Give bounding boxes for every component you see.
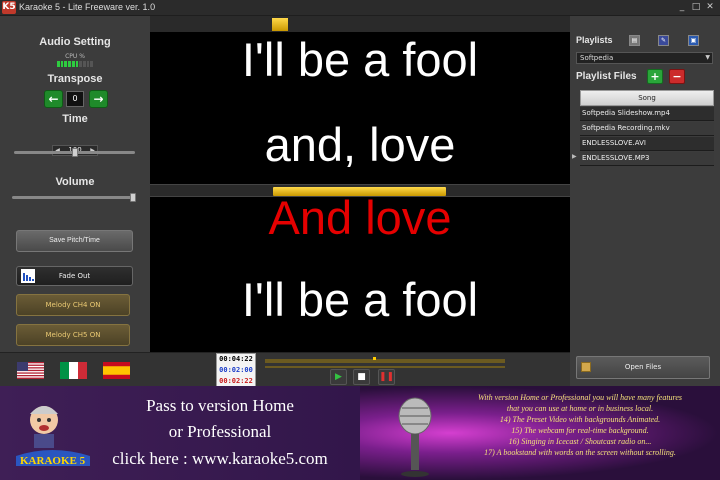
- cpu-meter-segment: [71, 61, 75, 67]
- spain-flag-icon[interactable]: [103, 362, 130, 379]
- lyrics-line: and, love: [264, 118, 456, 171]
- time-title: Time: [62, 113, 88, 125]
- song-column-header[interactable]: Song: [580, 90, 714, 106]
- playlist-select[interactable]: Softpedia ▼: [576, 52, 713, 64]
- folder-icon[interactable]: ▤: [629, 35, 640, 46]
- playlist-select-value: Softpedia: [580, 54, 614, 62]
- feature-line: that you can use at home or in business …: [506, 404, 654, 413]
- song-row[interactable]: Softpedia Slideshow.mp4: [580, 107, 714, 121]
- audio-settings-panel: Audio Setting CPU % Transpose ← 0 → Time…: [0, 32, 150, 352]
- seek-position[interactable]: [373, 357, 376, 360]
- title-bar: K5 Karaoke 5 - Lite Freeware ver. 1.0 _ …: [0, 0, 720, 16]
- song-row[interactable]: Softpedia Recording.mkv: [580, 122, 714, 136]
- equalizer-icon: [21, 269, 35, 283]
- add-file-button[interactable]: +: [647, 69, 663, 84]
- cpu-meter-segment: [60, 61, 64, 67]
- fade-out-label: Fade Out: [58, 272, 91, 280]
- save-playlist-icon[interactable]: ▣: [688, 35, 699, 46]
- lyrics-progress-bar: [150, 184, 570, 197]
- chevron-down-icon: ▼: [705, 54, 710, 61]
- save-pitch-time-button[interactable]: Save Pitch/Time: [16, 230, 133, 252]
- feature-line: With version Home or Professional you wi…: [477, 393, 683, 402]
- italy-flag-icon[interactable]: [60, 362, 87, 379]
- lyrics-progress-fill: [273, 187, 446, 196]
- transport-bar: 00:04:22 00:02:00 00:02:22 ▶ ■ ❚❚: [150, 352, 570, 387]
- open-files-label: Open Files: [624, 363, 662, 371]
- close-button[interactable]: ✕: [704, 2, 716, 13]
- upgrade-banner[interactable]: KARAOKE 5 Pass to version Home or Profes…: [0, 386, 720, 480]
- cpu-meter-segment: [82, 61, 86, 67]
- top-position-marker[interactable]: [272, 18, 288, 31]
- right-header-strip: [570, 16, 720, 32]
- left-header-strip: [0, 16, 150, 32]
- pause-button[interactable]: ❚❚: [378, 369, 395, 385]
- arrow-left-icon: ←: [48, 92, 59, 106]
- time-slider-knob[interactable]: [71, 148, 78, 157]
- melody-ch5-button[interactable]: Melody CH5 ON: [16, 324, 130, 346]
- open-files-button[interactable]: Open Files: [576, 356, 710, 379]
- playlist-panel: Playlists ▤ ✎ ▣ Softpedia ▼ Playlist Fil…: [570, 32, 720, 352]
- banner-left: KARAOKE 5 Pass to version Home or Profes…: [0, 386, 360, 480]
- stop-icon: ■: [357, 372, 366, 382]
- transpose-value: 0: [66, 91, 84, 107]
- cpu-meter-segment: [68, 61, 71, 67]
- cpu-meter-segment: [90, 61, 94, 67]
- maximize-button[interactable]: □: [690, 2, 702, 13]
- cpu-meter-segment: [57, 61, 60, 67]
- current-song-marker-icon: ▶: [572, 153, 577, 160]
- cpu-meter-segment: [86, 61, 90, 67]
- feature-line: 14) The Preset Video with backgrounds An…: [499, 415, 661, 424]
- volume-title: Volume: [55, 176, 95, 188]
- audio-setting-title: Audio Setting: [39, 36, 111, 48]
- transpose-up-button[interactable]: →: [89, 90, 108, 108]
- playlist-files-title: Playlist Files: [576, 71, 637, 82]
- lyrics-line-active: And love: [268, 191, 452, 244]
- cpu-label: CPU %: [65, 53, 85, 60]
- remove-file-button[interactable]: −: [669, 69, 685, 84]
- secondary-seek-track: [265, 366, 505, 368]
- volume-slider[interactable]: [12, 193, 136, 202]
- cpu-meter-segment: [79, 61, 82, 67]
- top-position-strip: [150, 16, 570, 32]
- stop-button[interactable]: ■: [353, 369, 370, 385]
- karaoke-app-window: K5 Karaoke 5 - Lite Freeware ver. 1.0 _ …: [0, 0, 720, 480]
- minimize-button[interactable]: _: [676, 2, 688, 13]
- pause-icon: ❚❚: [379, 372, 395, 382]
- play-button[interactable]: ▶: [330, 369, 347, 385]
- window-title: Karaoke 5 - Lite Freeware ver. 1.0: [19, 2, 156, 12]
- transpose-down-button[interactable]: ←: [44, 90, 63, 108]
- song-row[interactable]: ENDLESSLOVE.MP3: [580, 152, 714, 166]
- edit-playlist-icon[interactable]: ✎: [658, 35, 669, 46]
- promo-line-2: or Professional: [168, 422, 272, 441]
- elapsed-time: 00:04:22: [219, 355, 253, 363]
- promo-line-3[interactable]: click here : www.karaoke5.com: [80, 449, 360, 469]
- time-display: 00:04:22 00:02:00 00:02:22: [216, 353, 256, 387]
- language-flags: [0, 352, 150, 386]
- lyrics-line: I'll be a fool: [241, 273, 479, 326]
- open-folder-icon: [581, 362, 591, 372]
- transpose-title: Transpose: [47, 73, 103, 85]
- lyrics-line: I'll be a fool: [241, 33, 479, 86]
- cpu-meter-segment: [75, 61, 79, 67]
- seek-bar[interactable]: [265, 357, 505, 363]
- feature-list: With version Home or Professional you wi…: [440, 392, 720, 458]
- us-flag-icon[interactable]: [17, 362, 44, 379]
- remaining-time: 00:02:00: [219, 366, 253, 374]
- app-logo: K5: [2, 1, 16, 14]
- promo-line-1: Pass to version Home: [146, 396, 294, 415]
- feature-line: 15) The webcam for real-time background.: [511, 426, 649, 435]
- playlists-title: Playlists: [576, 35, 613, 45]
- play-icon: ▶: [335, 372, 342, 382]
- cpu-meter-segment: [64, 61, 68, 67]
- cpu-meter: [57, 61, 94, 67]
- melody-ch4-button[interactable]: Melody CH4 ON: [16, 294, 130, 316]
- song-row[interactable]: ENDLESSLOVE.AVI: [580, 137, 714, 151]
- arrow-right-icon: →: [93, 92, 104, 106]
- feature-line: 16) Singing in Icecast / Shoutcast radio…: [508, 437, 652, 446]
- volume-slider-knob[interactable]: [129, 193, 136, 202]
- feature-line: 17) A bookstand with words on the screen…: [484, 448, 676, 457]
- fade-out-button[interactable]: Fade Out: [16, 266, 133, 286]
- time-slider[interactable]: [14, 148, 135, 157]
- brand-text: KARAOKE 5: [20, 455, 86, 467]
